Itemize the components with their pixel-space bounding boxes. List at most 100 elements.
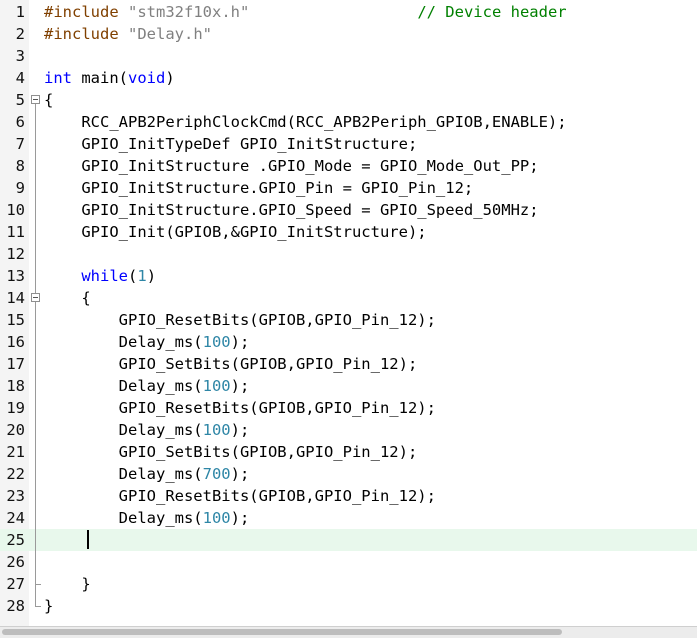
line-number: 13 [6, 267, 25, 285]
code-text[interactable]: GPIO_InitStructure.GPIO_Pin = GPIO_Pin_1… [44, 177, 473, 199]
code-line[interactable]: 2 #include "Delay.h" [0, 23, 697, 45]
code-token: 100 [202, 421, 231, 439]
code-text[interactable]: GPIO_Init(GPIOB,&GPIO_InitStructure); [44, 221, 426, 243]
line-number: 24 [6, 509, 25, 527]
code-token: GPIO_ResetBits(GPIOB,GPIO_Pin_12); [44, 311, 436, 329]
code-text[interactable]: Delay_ms(100); [44, 507, 250, 529]
line-number: 27 [6, 575, 25, 593]
code-line[interactable]: 24 Delay_ms(100); [0, 507, 697, 529]
code-line[interactable]: 23 GPIO_ResetBits(GPIOB,GPIO_Pin_12); [0, 485, 697, 507]
code-text[interactable]: GPIO_ResetBits(GPIOB,GPIO_Pin_12); [44, 397, 436, 419]
code-line[interactable]: 5{ [0, 89, 697, 111]
code-line[interactable]: 14 { [0, 287, 697, 309]
code-line[interactable]: 12 [0, 243, 697, 265]
horizontal-scrollbar[interactable] [0, 626, 697, 638]
code-text[interactable]: } [44, 595, 53, 617]
line-number: 22 [6, 465, 25, 483]
code-line[interactable]: 4 int main(void) [0, 67, 697, 89]
code-text[interactable]: GPIO_SetBits(GPIOB,GPIO_Pin_12); [44, 353, 418, 375]
code-text[interactable]: Delay_ms(100); [44, 331, 250, 353]
line-number: 21 [6, 443, 25, 461]
code-text[interactable]: GPIO_InitStructure.GPIO_Speed = GPIO_Spe… [44, 199, 538, 221]
code-line[interactable]: 7 GPIO_InitTypeDef GPIO_InitStructure; [0, 133, 697, 155]
code-line[interactable]: 15 GPIO_ResetBits(GPIOB,GPIO_Pin_12); [0, 309, 697, 331]
code-text[interactable]: GPIO_SetBits(GPIOB,GPIO_Pin_12); [44, 441, 418, 463]
fold-end-main [35, 606, 41, 607]
code-text[interactable]: GPIO_ResetBits(GPIOB,GPIO_Pin_12); [44, 485, 436, 507]
code-line[interactable]: 28} [0, 595, 697, 617]
code-line[interactable]: 26 [0, 551, 697, 573]
code-token: Delay_ms( [44, 377, 203, 395]
code-text[interactable]: RCC_APB2PeriphClockCmd(RCC_APB2Periph_GP… [44, 111, 567, 133]
code-text[interactable]: #include "Delay.h" [44, 23, 212, 45]
code-text[interactable]: } [44, 573, 90, 595]
line-number: 26 [6, 553, 25, 571]
code-line[interactable]: 6 RCC_APB2PeriphClockCmd(RCC_APB2Periph_… [0, 111, 697, 133]
code-line[interactable]: 17 GPIO_SetBits(GPIOB,GPIO_Pin_12); [0, 353, 697, 375]
fold-guide-main [35, 104, 36, 606]
code-text[interactable]: { [44, 287, 91, 309]
code-text[interactable]: int main(void) [44, 67, 175, 89]
code-line[interactable]: 21 GPIO_SetBits(GPIOB,GPIO_Pin_12); [0, 441, 697, 463]
code-text[interactable]: GPIO_InitTypeDef GPIO_InitStructure; [44, 133, 417, 155]
code-text[interactable]: Delay_ms(100); [44, 375, 250, 397]
code-token: 100 [202, 509, 231, 527]
code-token: RCC_APB2PeriphClockCmd(RCC_APB2Periph_GP… [44, 113, 567, 131]
fold-toggle-while[interactable] [31, 293, 40, 302]
code-text[interactable]: while(1) [44, 265, 156, 287]
code-token: } [44, 597, 54, 615]
line-number: 8 [15, 157, 25, 175]
code-text[interactable]: GPIO_InitStructure .GPIO_Mode = GPIO_Mod… [44, 155, 538, 177]
code-text[interactable]: GPIO_ResetBits(GPIOB,GPIO_Pin_12); [44, 309, 436, 331]
fold-toggle-main[interactable] [31, 95, 40, 104]
line-number: 16 [6, 333, 25, 351]
line-number: 2 [15, 25, 25, 43]
code-token: { [44, 289, 91, 307]
line-number: 14 [6, 289, 25, 307]
line-number: 19 [6, 399, 25, 417]
code-token: #include [44, 3, 128, 21]
code-token: GPIO_InitTypeDef GPIO_InitStructure; [44, 135, 418, 153]
code-line[interactable]: 8 GPIO_InitStructure .GPIO_Mode = GPIO_M… [0, 155, 697, 177]
code-text[interactable]: #include "stm32f10x.h" // Device header [44, 1, 567, 23]
code-text[interactable]: Delay_ms(100); [44, 419, 250, 441]
code-token: GPIO_ResetBits(GPIOB,GPIO_Pin_12); [44, 399, 436, 417]
code-line[interactable]: 16 Delay_ms(100); [0, 331, 697, 353]
line-number: 4 [15, 69, 25, 87]
code-token: Delay_ms( [44, 509, 203, 527]
code-line[interactable]: 9 GPIO_InitStructure.GPIO_Pin = GPIO_Pin… [0, 177, 697, 199]
code-token: main( [72, 69, 128, 87]
code-token: Delay_ms( [44, 465, 203, 483]
code-line[interactable]: 18 Delay_ms(100); [0, 375, 697, 397]
code-token: ); [230, 509, 250, 527]
fold-end-while [35, 584, 41, 585]
line-number: 7 [15, 135, 25, 153]
scrollbar-thumb[interactable] [2, 629, 562, 635]
code-text[interactable]: Delay_ms(700); [44, 463, 250, 485]
code-token: ); [230, 333, 250, 351]
code-token: 700 [202, 465, 231, 483]
code-token: ); [230, 377, 250, 395]
code-line[interactable]: 3 [0, 45, 697, 67]
code-line[interactable]: 20 Delay_ms(100); [0, 419, 697, 441]
line-number: 10 [6, 201, 25, 219]
line-number: 28 [6, 597, 25, 615]
code-line[interactable]: 13 while(1) [0, 265, 697, 287]
code-line[interactable]: 27 } [0, 573, 697, 595]
line-number: 20 [6, 421, 25, 439]
code-token: int [44, 69, 72, 87]
code-line[interactable]: 25 [0, 529, 697, 551]
code-text[interactable]: { [44, 89, 53, 111]
line-number: 23 [6, 487, 25, 505]
code-token: void [128, 69, 166, 87]
line-number: 17 [6, 355, 25, 373]
code-line[interactable]: 11 GPIO_Init(GPIOB,&GPIO_InitStructure); [0, 221, 697, 243]
code-token: "stm32f10x.h" [128, 3, 250, 21]
code-line[interactable]: 19 GPIO_ResetBits(GPIOB,GPIO_Pin_12); [0, 397, 697, 419]
code-line[interactable]: 10 GPIO_InitStructure.GPIO_Speed = GPIO_… [0, 199, 697, 221]
code-line[interactable]: 22 Delay_ms(700); [0, 463, 697, 485]
code-editor[interactable]: 1 #include "stm32f10x.h" // Device header… [0, 0, 697, 626]
code-line[interactable]: 1 #include "stm32f10x.h" // Device header [0, 1, 697, 23]
